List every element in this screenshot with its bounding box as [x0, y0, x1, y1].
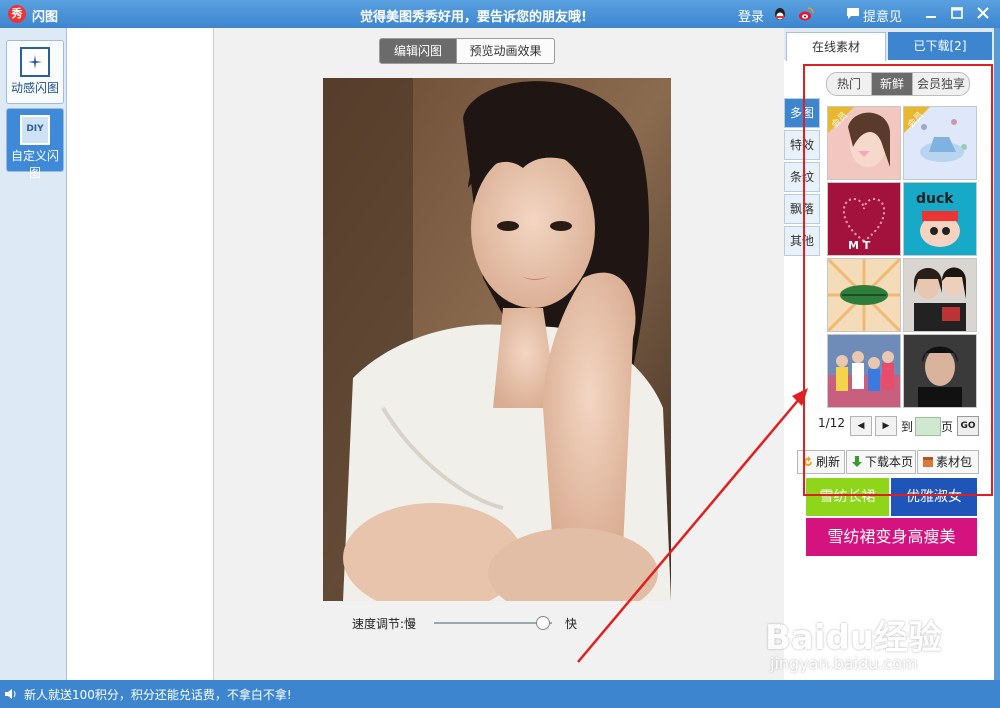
app-logo-icon: 秀 [8, 5, 26, 23]
diy-icon: DIY [20, 115, 50, 145]
slogan-text: 觉得美图秀秀好用，要告诉您的朋友哦! [360, 10, 587, 25]
tab-online-material[interactable]: 在线素材 [786, 32, 886, 61]
ad-banner-slim[interactable]: 雪纺裙变身高瘦美 [806, 518, 977, 556]
tab-edit-flash[interactable]: 编辑闪图 [379, 38, 457, 64]
feedback-button[interactable]: 提意见 [863, 6, 902, 25]
sidebar-item-label: 动感闪图 [10, 81, 59, 95]
left-tool-panel: 动感闪图 DIY 自定义闪图 [0, 28, 67, 680]
blank-area [67, 28, 213, 680]
weibo-icon[interactable] [798, 6, 814, 22]
app-title: 闪图 [32, 10, 59, 25]
speed-fast-label: 快 [565, 617, 578, 631]
editor-workspace: 编辑闪图 预览动画效果 速度调节:慢 快 [213, 28, 785, 680]
minimize-icon[interactable] [924, 6, 938, 20]
tab-preview-animation[interactable]: 预览动画效果 [456, 38, 555, 64]
speed-slider-track[interactable] [434, 622, 552, 624]
title-bar: 秀 闪图 觉得美图秀秀好用，要告诉您的朋友哦! 登录 提意见 [0, 0, 1000, 28]
watermark-url: jingyan.baidu.com [770, 654, 918, 673]
maximize-icon[interactable] [950, 6, 964, 20]
close-icon[interactable] [976, 6, 990, 20]
sidebar-item-label: 自定义闪图 [10, 149, 59, 180]
highlight-box [803, 64, 993, 496]
speaker-icon [5, 689, 16, 699]
feedback-icon [847, 8, 859, 19]
material-tabs: 在线素材 已下载[2] [784, 28, 994, 61]
speed-slider-handle[interactable] [536, 616, 550, 630]
login-link[interactable]: 登录 [738, 6, 764, 25]
baidu-watermark: Baidu经验 jingyan.baidu.com [765, 610, 995, 690]
watermark-logo: Baidu经验 [765, 618, 943, 658]
speed-control: 速度调节:慢 快 [352, 614, 652, 632]
speed-label: 速度调节:慢 [352, 617, 417, 631]
sidebar-item-custom-flash[interactable]: DIY 自定义闪图 [6, 108, 64, 180]
qq-icon[interactable] [772, 6, 788, 22]
photo-canvas[interactable] [323, 78, 671, 601]
sparkle-frame-icon [20, 47, 50, 77]
sidebar-item-dynamic-flash[interactable]: 动感闪图 [6, 40, 64, 104]
promo-text[interactable]: 新人就送100积分，积分还能兑话费，不拿白不拿! [24, 686, 292, 703]
tab-downloaded[interactable]: 已下载[2] [888, 32, 992, 60]
